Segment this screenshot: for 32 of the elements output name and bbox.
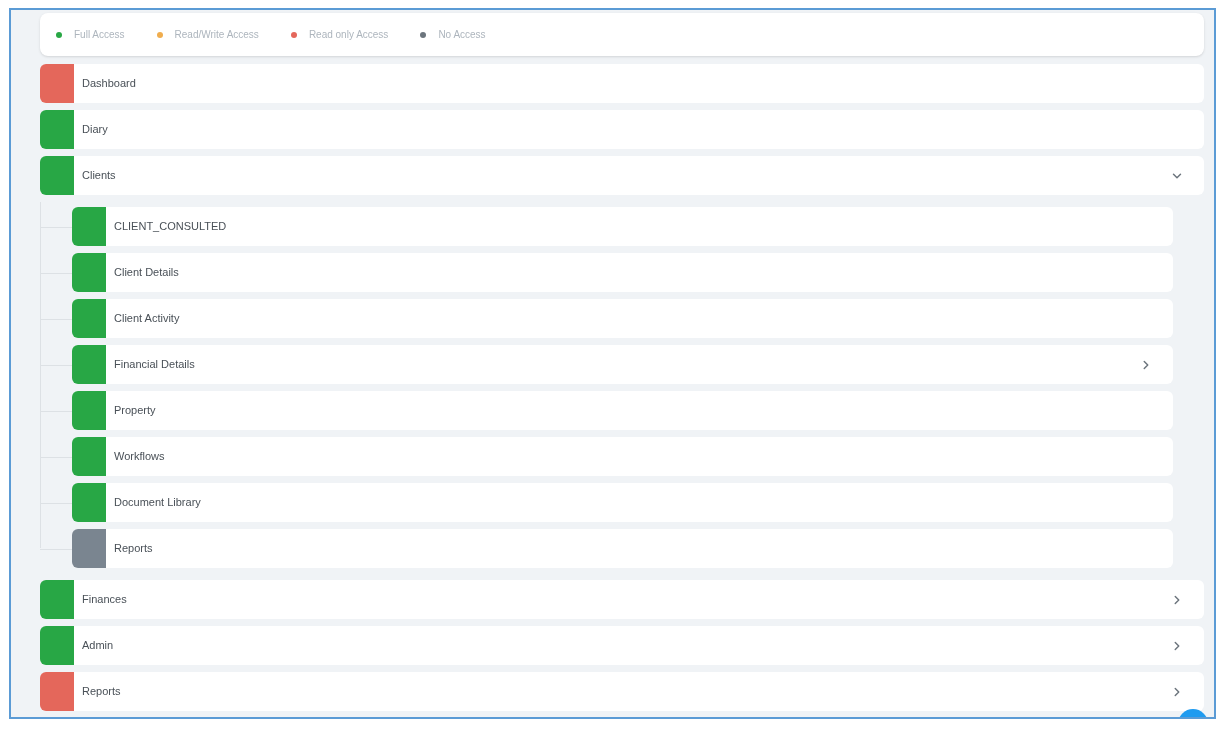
menu-label: Admin bbox=[82, 638, 114, 654]
menu-label: Financial Details bbox=[114, 357, 195, 373]
legend-label: Read/Write Access bbox=[174, 28, 259, 42]
menu-row[interactable]: Client Details bbox=[72, 253, 1173, 292]
menu-label: Workflows bbox=[114, 449, 165, 465]
menu-row[interactable]: Diary bbox=[40, 110, 1204, 149]
menu-label: Document Library bbox=[114, 495, 201, 511]
menu-label: Dashboard bbox=[82, 76, 136, 92]
legend-label: Full Access bbox=[74, 28, 125, 42]
menu-label: Clients bbox=[82, 168, 116, 184]
menu-row[interactable]: Clients bbox=[40, 156, 1204, 195]
menu-label: Reports bbox=[82, 684, 121, 700]
menu-row[interactable]: Client Activity bbox=[72, 299, 1173, 338]
menu-row[interactable]: Workflows bbox=[72, 437, 1173, 476]
menu-label: Property bbox=[114, 403, 156, 419]
menu-label: Reports bbox=[114, 541, 153, 557]
menu-label: Finances bbox=[82, 592, 127, 608]
menu-label: Diary bbox=[82, 122, 108, 138]
menu-row[interactable]: CLIENT_CONSULTED bbox=[72, 207, 1173, 246]
menu-row[interactable]: Admin bbox=[40, 626, 1204, 665]
menu-row[interactable]: Financial Details bbox=[72, 345, 1173, 384]
menu-row[interactable]: Dashboard bbox=[40, 64, 1204, 103]
menu-row[interactable]: Reports bbox=[72, 529, 1173, 568]
menu-row[interactable]: Reports bbox=[40, 672, 1204, 711]
menu-label: CLIENT_CONSULTED bbox=[114, 219, 227, 235]
menu-label: Client Details bbox=[114, 265, 179, 281]
menu-row[interactable]: Document Library bbox=[72, 483, 1173, 522]
legend-label: Read only Access bbox=[308, 28, 389, 42]
menu-row[interactable]: Finances bbox=[40, 580, 1204, 619]
legend-label: No Access bbox=[438, 28, 486, 42]
menu-label: Client Activity bbox=[114, 311, 180, 327]
menu-row[interactable]: Property bbox=[72, 391, 1173, 430]
